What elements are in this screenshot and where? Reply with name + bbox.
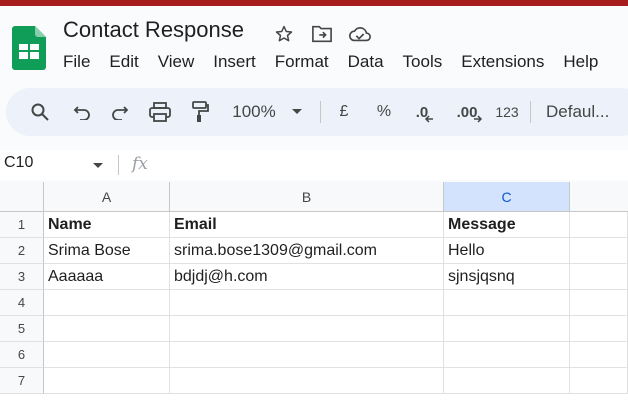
menu-edit[interactable]: Edit bbox=[109, 52, 138, 74]
menu-file[interactable]: File bbox=[63, 52, 90, 74]
table-cell[interactable] bbox=[570, 316, 628, 342]
table-cell[interactable]: Name bbox=[44, 212, 170, 238]
table-cell[interactable]: srima.bose1309@gmail.com bbox=[170, 238, 444, 264]
table-cell[interactable]: Srima Bose bbox=[44, 238, 170, 264]
table-cell[interactable]: Email bbox=[170, 212, 444, 238]
document-title[interactable]: Contact Response bbox=[63, 17, 244, 43]
table-cell[interactable] bbox=[444, 316, 570, 342]
arrow-left-icon bbox=[425, 115, 434, 123]
table-cell[interactable] bbox=[570, 238, 628, 264]
table-cell[interactable] bbox=[44, 290, 170, 316]
undo-icon[interactable] bbox=[68, 88, 96, 136]
menu-help[interactable]: Help bbox=[563, 52, 598, 74]
menu-format[interactable]: Format bbox=[275, 52, 329, 74]
table-cell[interactable] bbox=[170, 342, 444, 368]
table-cell[interactable] bbox=[570, 212, 628, 238]
window-top-border bbox=[0, 0, 628, 6]
menu-extensions[interactable]: Extensions bbox=[461, 52, 544, 74]
table-cell[interactable] bbox=[444, 290, 570, 316]
menu-data[interactable]: Data bbox=[348, 52, 384, 74]
fx-icon: fx bbox=[132, 154, 148, 174]
select-all-corner[interactable] bbox=[0, 182, 44, 212]
star-icon[interactable] bbox=[272, 22, 296, 46]
formula-bar-divider bbox=[118, 155, 119, 175]
menu-insert[interactable]: Insert bbox=[213, 52, 256, 74]
spreadsheet-grid: A B C 1 Name Email Message 2 Srima Bose srima.… bbox=[0, 182, 628, 404]
table-cell[interactable] bbox=[44, 316, 170, 342]
currency-format-button[interactable]: £ bbox=[332, 88, 356, 136]
sheets-logo-icon[interactable] bbox=[12, 26, 46, 70]
table-cell[interactable] bbox=[170, 290, 444, 316]
table-cell[interactable]: sjnsjqsnq bbox=[444, 264, 570, 290]
percent-format-button[interactable]: % bbox=[372, 88, 396, 136]
menu-tools[interactable]: Tools bbox=[403, 52, 443, 74]
formula-bar: C10 fx bbox=[0, 150, 628, 180]
cloud-saved-icon[interactable] bbox=[348, 22, 372, 46]
print-icon[interactable] bbox=[146, 88, 174, 136]
table-cell[interactable] bbox=[444, 342, 570, 368]
redo-icon[interactable] bbox=[106, 88, 134, 136]
column-header-c[interactable]: C bbox=[444, 182, 570, 212]
table-cell[interactable] bbox=[170, 368, 444, 394]
increase-decimal-button[interactable]: .00 bbox=[450, 88, 490, 136]
table-cell[interactable] bbox=[444, 368, 570, 394]
table-cell[interactable] bbox=[570, 342, 628, 368]
row-header[interactable]: 6 bbox=[0, 342, 44, 368]
font-select[interactable]: Defaul... bbox=[546, 88, 626, 136]
row-header[interactable]: 1 bbox=[0, 212, 44, 238]
table-cell[interactable]: Hello bbox=[444, 238, 570, 264]
chevron-down-icon[interactable] bbox=[286, 88, 308, 136]
row-header[interactable]: 2 bbox=[0, 238, 44, 264]
row-header[interactable]: 7 bbox=[0, 368, 44, 394]
table-cell[interactable] bbox=[570, 290, 628, 316]
search-menus-icon[interactable] bbox=[26, 88, 54, 136]
toolbar: 100% £ % .0 .00 123 Defaul... bbox=[6, 88, 628, 136]
row-header[interactable]: 4 bbox=[0, 290, 44, 316]
decrease-decimal-button[interactable]: .0 bbox=[408, 88, 442, 136]
table-cell[interactable]: Message bbox=[444, 212, 570, 238]
toolbar-divider bbox=[320, 101, 321, 123]
move-folder-icon[interactable] bbox=[310, 22, 334, 46]
table-cell[interactable] bbox=[170, 316, 444, 342]
paint-format-icon[interactable] bbox=[186, 88, 214, 136]
arrow-right-icon bbox=[474, 115, 483, 123]
formula-input[interactable] bbox=[160, 150, 628, 180]
menu-bar: File Edit View Insert Format Data Tools … bbox=[63, 52, 617, 74]
table-cell[interactable] bbox=[570, 368, 628, 394]
name-box-chevron-down-icon[interactable] bbox=[92, 157, 104, 175]
toolbar-divider bbox=[530, 101, 531, 123]
name-box[interactable]: C10 bbox=[4, 154, 33, 172]
column-header-b[interactable]: B bbox=[170, 182, 444, 212]
column-header-a[interactable]: A bbox=[44, 182, 170, 212]
table-cell[interactable]: Aaaaaa bbox=[44, 264, 170, 290]
column-header-d[interactable] bbox=[570, 182, 628, 212]
more-formats-button[interactable]: 123 bbox=[490, 88, 524, 136]
row-header[interactable]: 5 bbox=[0, 316, 44, 342]
zoom-select[interactable]: 100% bbox=[228, 88, 280, 136]
menu-view[interactable]: View bbox=[158, 52, 195, 74]
table-cell[interactable] bbox=[44, 342, 170, 368]
table-cell[interactable] bbox=[44, 368, 170, 394]
table-cell[interactable]: bdjdj@h.com bbox=[170, 264, 444, 290]
row-header[interactable]: 3 bbox=[0, 264, 44, 290]
table-cell[interactable] bbox=[570, 264, 628, 290]
